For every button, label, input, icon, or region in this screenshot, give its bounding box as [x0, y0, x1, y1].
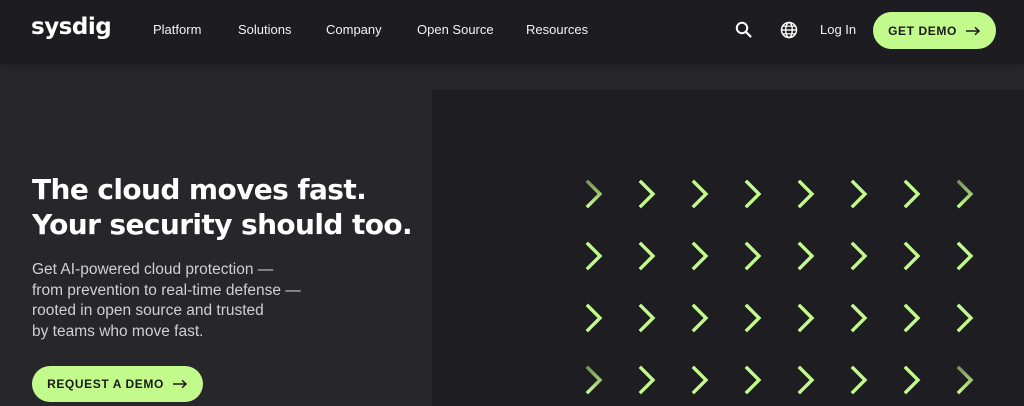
chevron-right-icon	[743, 241, 763, 271]
subtitle-line: Get AI-powered cloud protection —	[32, 261, 274, 278]
chevron-right-icon	[955, 241, 975, 271]
chevron-right-icon	[849, 303, 869, 333]
arrow-right-icon	[172, 379, 188, 389]
headline-line-2: Your security should too.	[32, 208, 413, 241]
chevron-right-icon	[584, 179, 604, 209]
hero-subtitle: Get AI-powered cloud protection — from p…	[32, 260, 352, 342]
nav-item-platform[interactable]: Platform	[153, 22, 201, 37]
nav-item-open-source[interactable]: Open Source	[417, 22, 494, 37]
chevron-right-icon	[796, 179, 816, 209]
chevron-right-icon	[902, 179, 922, 209]
chevron-right-icon	[849, 179, 869, 209]
chevron-right-icon	[584, 365, 604, 395]
chevron-right-icon	[637, 303, 657, 333]
chevron-right-icon	[849, 365, 869, 395]
chevron-right-icon	[743, 303, 763, 333]
get-demo-button[interactable]: GET DEMO	[873, 12, 996, 49]
chevron-right-icon	[796, 241, 816, 271]
chevron-right-icon	[690, 303, 710, 333]
login-link[interactable]: Log In	[820, 22, 856, 37]
globe-icon[interactable]	[779, 20, 799, 40]
chevron-right-icon	[637, 179, 657, 209]
subtitle-line: by teams who move fast.	[32, 322, 204, 340]
chevron-right-icon	[584, 241, 604, 271]
chevron-right-icon	[955, 179, 975, 209]
nav-item-company[interactable]: Company	[326, 22, 382, 37]
subtitle-line: rooted in open source and trusted	[32, 302, 264, 319]
chevron-right-icon	[902, 303, 922, 333]
decorative-panel	[432, 90, 1024, 406]
chevron-right-icon	[743, 179, 763, 209]
chevron-right-icon	[690, 241, 710, 271]
request-demo-button[interactable]: REQUEST A DEMO	[32, 366, 203, 402]
arrow-right-icon	[965, 26, 981, 35]
chevron-right-icon	[955, 303, 975, 333]
chevron-right-icon	[690, 365, 710, 395]
chevron-right-icon	[796, 365, 816, 395]
chevron-right-icon	[743, 365, 763, 395]
chevron-right-icon	[584, 303, 604, 333]
chevron-right-icon	[637, 365, 657, 395]
headline-line-1: The cloud moves fast.	[32, 173, 367, 206]
chevron-right-icon	[902, 241, 922, 271]
chevron-right-icon	[849, 241, 869, 271]
search-icon[interactable]	[734, 20, 754, 40]
chevron-right-icon	[796, 303, 816, 333]
get-demo-label: GET DEMO	[888, 23, 957, 38]
hero-headline: The cloud moves fast. Your security shou…	[32, 172, 413, 242]
nav-item-resources[interactable]: Resources	[526, 22, 588, 37]
top-navigation-bar: sysdig Platform Solutions Company Open S…	[0, 0, 1024, 62]
nav-item-solutions[interactable]: Solutions	[238, 22, 291, 37]
subtitle-line: from prevention to real-time defense —	[32, 281, 301, 299]
chevron-right-icon	[902, 365, 922, 395]
request-demo-label: REQUEST A DEMO	[47, 377, 164, 391]
chevron-right-icon	[955, 365, 975, 395]
sysdig-logo[interactable]: sysdig	[31, 14, 112, 40]
chevron-right-icon	[637, 241, 657, 271]
chevron-right-icon	[690, 179, 710, 209]
